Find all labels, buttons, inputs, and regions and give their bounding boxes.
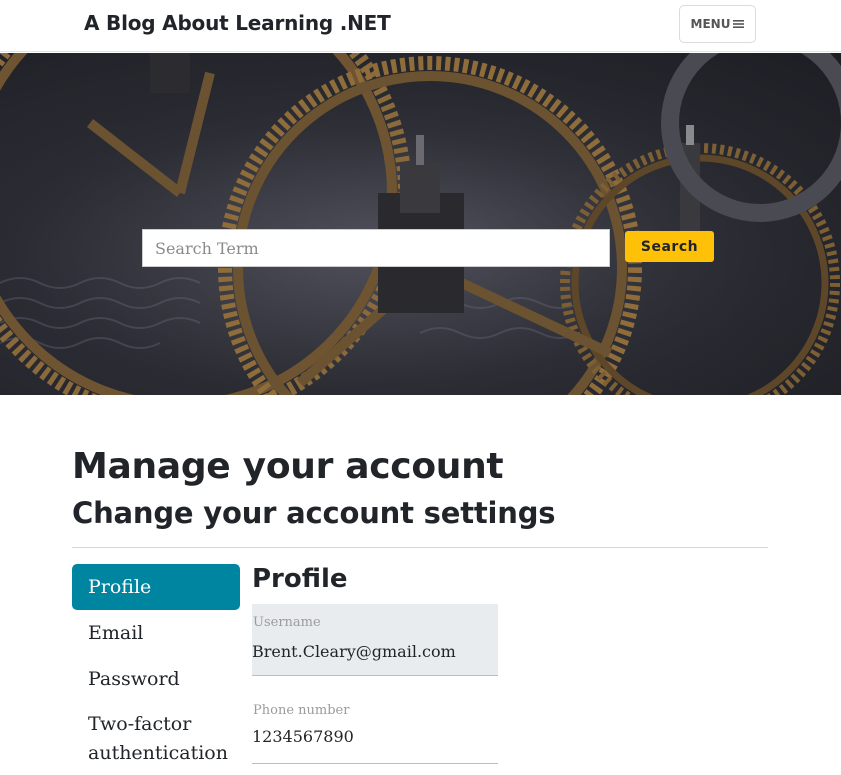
menu-label: MENU xyxy=(690,17,731,31)
phone-input[interactable] xyxy=(252,727,492,746)
divider xyxy=(72,547,768,548)
menu-button[interactable]: MENU xyxy=(679,5,756,43)
username-field: Username Brent.Cleary@gmail.com xyxy=(252,604,498,676)
brand-link[interactable]: A Blog About Learning .NET xyxy=(84,11,391,35)
search-button[interactable]: Search xyxy=(625,231,714,262)
hamburger-icon xyxy=(733,20,745,28)
username-value: Brent.Cleary@gmail.com xyxy=(252,642,456,661)
profile-heading: Profile xyxy=(252,564,348,594)
sidebar-item-email[interactable]: Email xyxy=(72,610,240,656)
gears-background-image xyxy=(0,53,841,395)
sidebar-item-password[interactable]: Password xyxy=(72,656,240,702)
phone-label: Phone number xyxy=(253,703,350,718)
phone-field[interactable]: Phone number xyxy=(252,692,498,764)
page-subtitle: Change your account settings xyxy=(72,496,556,530)
navbar: A Blog About Learning .NET MENU xyxy=(0,0,841,52)
page-title: Manage your account xyxy=(72,446,504,487)
sidebar-item-two-factor[interactable]: Two-factor authentication xyxy=(72,702,240,775)
search-input[interactable] xyxy=(142,229,610,267)
username-label: Username xyxy=(253,615,321,630)
hero-banner: Search xyxy=(0,53,841,395)
account-sidebar: Profile Email Password Two-factor authen… xyxy=(72,564,240,775)
sidebar-item-profile[interactable]: Profile xyxy=(72,564,240,610)
